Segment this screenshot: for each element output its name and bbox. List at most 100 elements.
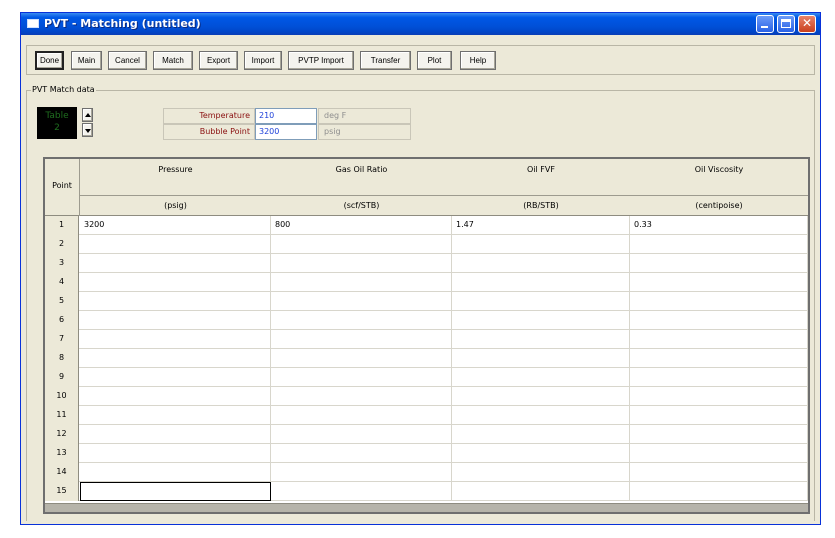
grid-cell[interactable] — [271, 425, 452, 444]
done-button[interactable]: Done — [35, 51, 64, 70]
grid-cell[interactable] — [630, 235, 808, 254]
row-number[interactable]: 12 — [45, 425, 79, 444]
grid-cell[interactable] — [630, 273, 808, 292]
grid-cell[interactable] — [452, 444, 630, 463]
table-row: 5 — [45, 292, 808, 311]
grid-cell[interactable] — [271, 482, 452, 501]
row-number[interactable]: 14 — [45, 463, 79, 482]
row-number[interactable]: 10 — [45, 387, 79, 406]
grid-cell[interactable] — [452, 425, 630, 444]
grid-cell[interactable] — [630, 406, 808, 425]
row-number[interactable]: 2 — [45, 235, 79, 254]
grid-cell[interactable] — [271, 330, 452, 349]
grid-cell[interactable] — [452, 387, 630, 406]
grid-cell[interactable] — [452, 292, 630, 311]
grid-cell[interactable] — [80, 273, 271, 292]
grid-cell[interactable] — [452, 311, 630, 330]
grid-cell[interactable] — [630, 349, 808, 368]
grid-cell[interactable] — [80, 482, 271, 501]
row-number[interactable]: 9 — [45, 368, 79, 387]
grid-cell[interactable] — [271, 368, 452, 387]
row-number[interactable]: 15 — [45, 482, 79, 501]
help-button[interactable]: Help — [460, 51, 496, 70]
column-header-oil-fvf[interactable]: Oil FVF — [452, 165, 630, 174]
grid-cell[interactable] — [271, 311, 452, 330]
row-number[interactable]: 1 — [45, 216, 79, 235]
grid-cell[interactable] — [271, 273, 452, 292]
grid-cell[interactable] — [630, 482, 808, 501]
minimize-button[interactable] — [756, 15, 774, 33]
pvtp-import-button[interactable]: PVTP Import — [288, 51, 354, 70]
match-button[interactable]: Match — [153, 51, 193, 70]
table-spin-up-button[interactable] — [82, 108, 93, 122]
grid-cell[interactable] — [630, 368, 808, 387]
cancel-button[interactable]: Cancel — [108, 51, 147, 70]
grid-cell[interactable] — [452, 482, 630, 501]
title-bar[interactable]: PVT - Matching (untitled) ✕ — [21, 13, 820, 35]
row-number[interactable]: 8 — [45, 349, 79, 368]
grid-cell[interactable] — [271, 254, 452, 273]
grid-cell[interactable]: 3200 — [80, 216, 271, 235]
column-unit-oil-fvf: (RB/STB) — [523, 201, 559, 210]
grid-cell[interactable] — [452, 330, 630, 349]
grid-cell[interactable] — [80, 330, 271, 349]
row-number[interactable]: 3 — [45, 254, 79, 273]
grid-cell[interactable]: 0.33 — [630, 216, 808, 235]
grid-cell[interactable] — [452, 406, 630, 425]
grid-cell[interactable] — [271, 463, 452, 482]
grid-cell[interactable] — [630, 311, 808, 330]
grid-cell[interactable] — [630, 254, 808, 273]
grid-cell[interactable] — [80, 387, 271, 406]
maximize-button[interactable] — [777, 15, 795, 33]
grid-cell[interactable] — [80, 463, 271, 482]
grid-cell[interactable] — [80, 444, 271, 463]
grid-cell[interactable] — [630, 425, 808, 444]
grid-cell[interactable] — [271, 349, 452, 368]
grid-cell[interactable] — [271, 406, 452, 425]
row-number[interactable]: 4 — [45, 273, 79, 292]
column-header-pressure[interactable]: Pressure — [80, 165, 271, 174]
grid-cell[interactable] — [271, 387, 452, 406]
grid-cell[interactable] — [452, 349, 630, 368]
grid-cell[interactable] — [452, 254, 630, 273]
import-button[interactable]: Import — [244, 51, 282, 70]
grid-cell[interactable] — [452, 235, 630, 254]
column-header-oil-viscosity[interactable]: Oil Viscosity — [630, 165, 808, 174]
grid-cell[interactable] — [80, 311, 271, 330]
grid-cell[interactable] — [630, 463, 808, 482]
grid-cell[interactable] — [80, 368, 271, 387]
row-number[interactable]: 6 — [45, 311, 79, 330]
grid-cell[interactable] — [271, 235, 452, 254]
grid-cell[interactable] — [80, 406, 271, 425]
column-header-gas-oil-ratio[interactable]: Gas Oil Ratio — [271, 165, 452, 174]
grid-cell[interactable] — [271, 292, 452, 311]
export-button[interactable]: Export — [199, 51, 238, 70]
grid-cell[interactable]: 800 — [271, 216, 452, 235]
grid-cell[interactable] — [630, 387, 808, 406]
grid-cell[interactable] — [80, 292, 271, 311]
grid-cell[interactable] — [80, 235, 271, 254]
grid-cell[interactable] — [452, 368, 630, 387]
close-button[interactable]: ✕ — [798, 15, 816, 33]
grid-horizontal-scrollbar[interactable] — [45, 503, 808, 512]
row-number[interactable]: 11 — [45, 406, 79, 425]
grid-cell[interactable] — [452, 463, 630, 482]
grid-cell[interactable] — [630, 444, 808, 463]
grid-cell[interactable] — [630, 330, 808, 349]
row-number[interactable]: 7 — [45, 330, 79, 349]
transfer-button[interactable]: Transfer — [360, 51, 411, 70]
row-number[interactable]: 5 — [45, 292, 79, 311]
row-number[interactable]: 13 — [45, 444, 79, 463]
grid-cell[interactable] — [80, 254, 271, 273]
table-spin-down-button[interactable] — [82, 123, 93, 137]
grid-cell[interactable]: 1.47 — [452, 216, 630, 235]
main-button[interactable]: Main — [71, 51, 102, 70]
temperature-input[interactable]: 210 — [255, 108, 317, 124]
grid-cell[interactable] — [80, 425, 271, 444]
grid-cell[interactable] — [452, 273, 630, 292]
grid-cell[interactable] — [630, 292, 808, 311]
plot-button[interactable]: Plot — [417, 51, 452, 70]
grid-cell[interactable] — [80, 349, 271, 368]
bubble-point-input[interactable]: 3200 — [255, 124, 317, 140]
grid-cell[interactable] — [271, 444, 452, 463]
